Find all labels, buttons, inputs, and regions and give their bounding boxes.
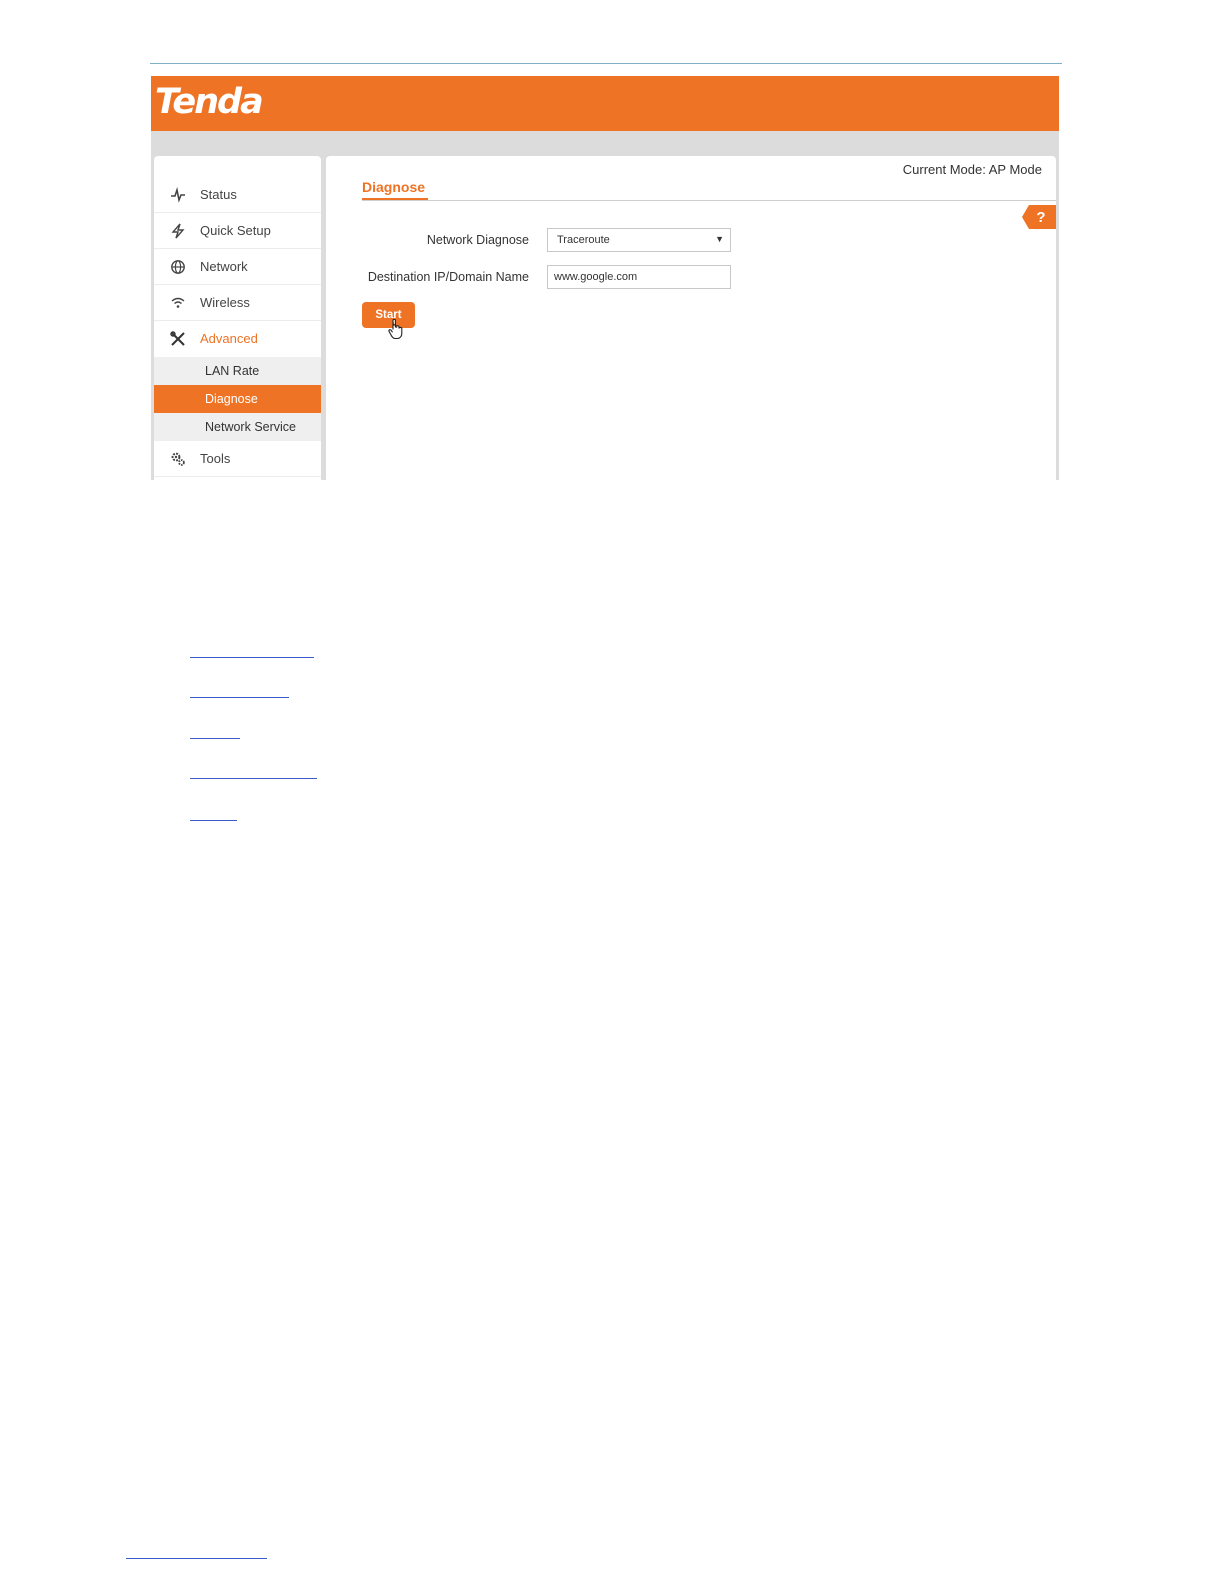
sidebar-item-label: Network [200, 259, 248, 274]
current-mode-label: Current Mode: AP Mode [902, 162, 1042, 177]
page-title: Diagnose [362, 179, 426, 195]
top-rule [150, 63, 1062, 64]
link-underline-5[interactable] [190, 820, 237, 821]
footer-link-underline[interactable] [126, 1558, 267, 1559]
hand-cursor-icon [388, 319, 403, 340]
sidebar-item-label: Quick Setup [200, 223, 271, 238]
link-underline-3[interactable] [190, 738, 240, 739]
router-screenshot: Tenda Status Quick Setup Network Wireles… [151, 76, 1059, 480]
network-diagnose-select[interactable]: Traceroute ▼ [547, 228, 731, 252]
sidebar-item-quick-setup[interactable]: Quick Setup [154, 213, 321, 249]
sidebar-subitem-label: LAN Rate [205, 364, 260, 378]
sidebar-item-status[interactable]: Status [154, 177, 321, 213]
destination-label: Destination IP/Domain Name [367, 270, 529, 284]
sidebar-subitem-diagnose[interactable]: Diagnose [154, 385, 321, 413]
pulse-icon [170, 186, 186, 203]
sidebar-subitem-label: Diagnose [205, 392, 258, 406]
sidebar-item-label: Advanced [200, 331, 258, 346]
sidebar-item-label: Status [200, 187, 237, 202]
sidebar-item-label: Wireless [200, 295, 250, 310]
sidebar-item-wireless[interactable]: Wireless [154, 285, 321, 321]
link-underline-4[interactable] [190, 778, 317, 779]
title-divider [362, 200, 1056, 201]
dropdown-arrow-icon: ▼ [715, 234, 724, 244]
sidebar: Status Quick Setup Network Wireless Adva… [154, 156, 321, 480]
tenda-logo: Tenda [155, 82, 264, 122]
svg-text:?: ? [1036, 209, 1045, 226]
gears-icon [170, 451, 186, 467]
select-value: Traceroute [557, 234, 610, 246]
main-panel: Current Mode: AP Mode Diagnose ? Network… [326, 156, 1056, 480]
sidebar-subitem-lan-rate[interactable]: LAN Rate [154, 357, 321, 385]
globe-icon [170, 259, 186, 275]
sidebar-subitem-label: Network Service [205, 420, 296, 434]
destination-input[interactable] [547, 265, 731, 289]
sidebar-item-advanced[interactable]: Advanced [154, 321, 321, 356]
help-button[interactable]: ? [1022, 205, 1056, 229]
sidebar-subitem-network-service[interactable]: Network Service [154, 413, 321, 441]
wifi-icon [170, 295, 186, 311]
network-diagnose-label: Network Diagnose [426, 233, 529, 247]
lightning-icon [170, 223, 186, 239]
link-underline-2[interactable] [190, 697, 289, 698]
sidebar-item-tools[interactable]: Tools [154, 441, 321, 477]
sidebar-item-network[interactable]: Network [154, 249, 321, 285]
tools-icon [170, 330, 186, 347]
header-bar: Tenda [151, 76, 1059, 131]
help-icon: ? [1022, 205, 1056, 229]
link-underline-1[interactable] [190, 657, 314, 658]
sidebar-item-label: Tools [200, 451, 231, 466]
